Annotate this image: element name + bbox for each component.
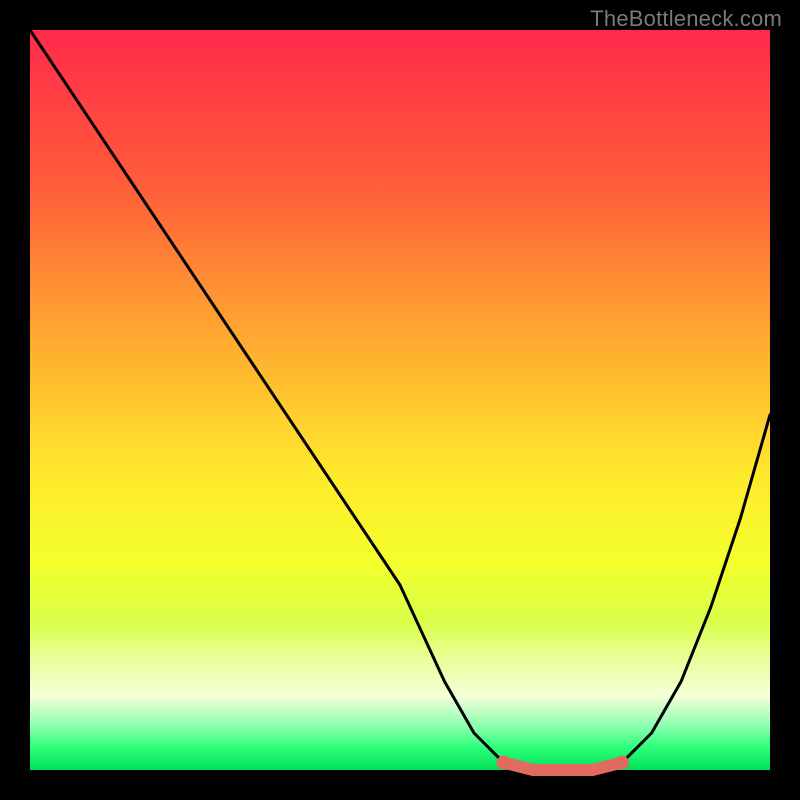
chart-container: TheBottleneck.com xyxy=(0,0,800,800)
bottleneck-chart xyxy=(0,0,800,800)
optimal-left-dot xyxy=(497,756,511,770)
watermark-text: TheBottleneck.com xyxy=(590,6,782,32)
optimal-right-dot xyxy=(615,756,629,770)
plot-background xyxy=(30,30,770,770)
